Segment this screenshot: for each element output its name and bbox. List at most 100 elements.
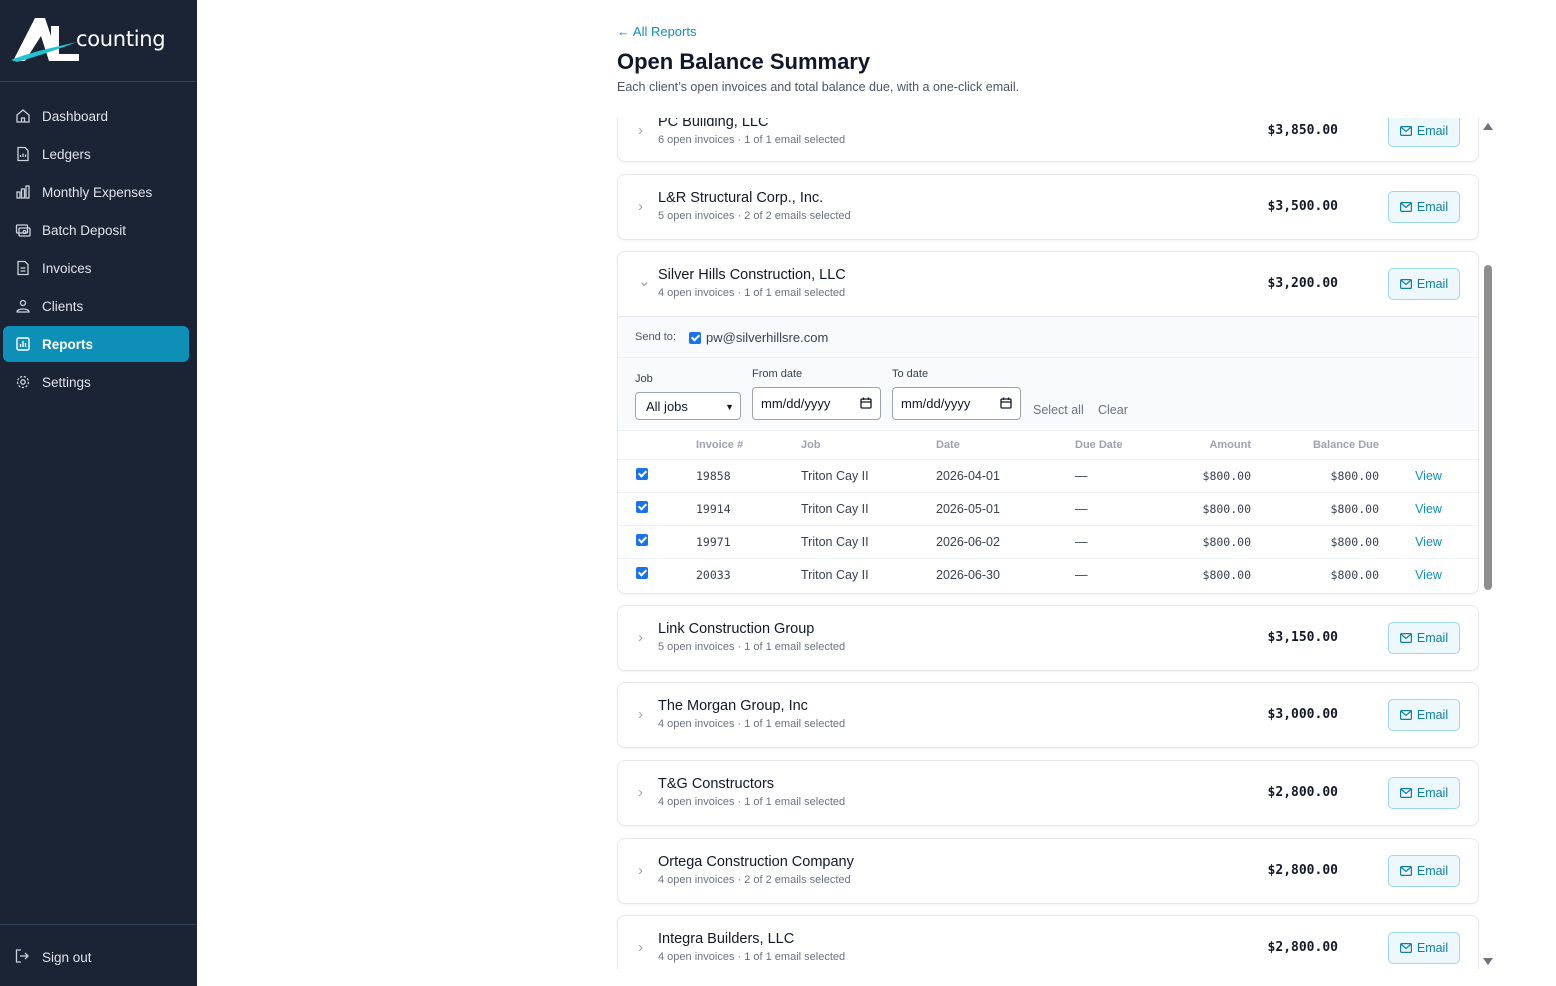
- mail-icon: [1399, 633, 1412, 643]
- column-header: Due Date: [1075, 431, 1155, 459]
- invoice-checkbox[interactable]: [636, 534, 648, 546]
- job-select[interactable]: All jobs ▼: [635, 392, 741, 420]
- chevron-right-icon: ›: [638, 706, 643, 723]
- client-card-header[interactable]: › The Morgan Group, Inc 4 open invoices …: [618, 683, 1478, 747]
- bar-chart-icon: [14, 183, 32, 201]
- email-button[interactable]: Email: [1388, 191, 1460, 223]
- sidebar-item-monthly-expenses[interactable]: Monthly Expenses: [3, 174, 189, 210]
- client-detail-panel: Send to: pw@silverhillsre.com Job All jo…: [618, 316, 1478, 591]
- email-button[interactable]: Email: [1388, 777, 1460, 809]
- invoice-checkbox[interactable]: [636, 567, 648, 580]
- calendar-icon[interactable]: [1000, 397, 1012, 412]
- client-meta: 6 open invoices · 1 of 1 email selected: [658, 134, 846, 146]
- clear-button[interactable]: Clear: [1098, 403, 1128, 417]
- view-invoice-link[interactable]: View: [1379, 557, 1478, 591]
- client-balance: $3,850.00: [1267, 123, 1338, 138]
- chevron-right-icon: ›: [638, 862, 643, 879]
- view-invoice-link[interactable]: View: [1379, 458, 1478, 492]
- invoice-balance: $800.00: [1251, 524, 1379, 558]
- to-date-input[interactable]: mm/dd/yyyy: [892, 387, 1021, 420]
- recipient-checkbox[interactable]: [689, 332, 701, 344]
- brand: counting: [0, 0, 197, 82]
- client-balance: $3,500.00: [1267, 199, 1338, 214]
- sidebar-item-settings[interactable]: Settings: [3, 364, 189, 400]
- invoice-checkbox[interactable]: [636, 468, 648, 480]
- client-list[interactable]: › PC Building, LLC 6 open invoices · 1 o…: [610, 118, 1482, 969]
- client-card[interactable]: › Ortega Construction Company 4 open inv…: [617, 838, 1479, 904]
- view-invoice-link[interactable]: View: [1379, 491, 1478, 525]
- email-button[interactable]: Email: [1388, 699, 1460, 731]
- sidebar-item-ledgers[interactable]: Ledgers: [3, 136, 189, 172]
- client-card-header[interactable]: › Ortega Construction Company 4 open inv…: [618, 839, 1478, 903]
- client-meta: 4 open invoices · 1 of 1 email selected: [658, 287, 846, 299]
- invoice-checkbox[interactable]: [636, 501, 648, 513]
- email-button[interactable]: Email: [1388, 855, 1460, 887]
- invoice-balance: $800.00: [1251, 557, 1379, 591]
- sidebar-item-reports[interactable]: Reports: [3, 326, 189, 362]
- client-card-expanded[interactable]: ⌄ Silver Hills Construction, LLC 4 open …: [617, 251, 1479, 594]
- client-meta: 4 open invoices · 1 of 1 email selected: [658, 951, 846, 963]
- client-card-header[interactable]: › PC Building, LLC 6 open invoices · 1 o…: [618, 118, 1478, 163]
- email-button[interactable]: Email: [1388, 932, 1460, 964]
- invoice-job: Triton Cay II: [801, 491, 936, 525]
- email-button-label: Email: [1416, 277, 1449, 291]
- report-icon: [14, 335, 32, 353]
- home-icon: [14, 107, 32, 125]
- email-button[interactable]: Email: [1388, 118, 1460, 147]
- chevron-right-icon: ›: [638, 629, 643, 646]
- deposit-icon: [14, 221, 32, 239]
- scrollbar-thumb[interactable]: [1484, 265, 1492, 590]
- sidebar-item-clients[interactable]: Clients: [3, 288, 189, 324]
- scroll-up-arrow-icon[interactable]: [1483, 123, 1493, 130]
- invoice-date: 2026-06-30: [936, 557, 1075, 591]
- invoice-balance: $800.00: [1251, 491, 1379, 525]
- client-card[interactable]: › Link Construction Group 5 open invoice…: [617, 605, 1479, 671]
- client-card-header[interactable]: ⌄ Silver Hills Construction, LLC 4 open …: [618, 252, 1478, 316]
- invoice-due-date: —: [1075, 491, 1155, 525]
- sidebar-item-invoices[interactable]: Invoices: [3, 250, 189, 286]
- calendar-icon[interactable]: [860, 397, 872, 412]
- sidebar-item-label: Monthly Expenses: [42, 184, 153, 200]
- invoice-job: Triton Cay II: [801, 458, 936, 492]
- client-card[interactable]: › PC Building, LLC 6 open invoices · 1 o…: [617, 118, 1479, 162]
- sidebar-footer: Sign out: [0, 924, 197, 986]
- table-row: 19971 Triton Cay II 2026-06-02 — $800.00…: [618, 524, 1478, 558]
- client-card-header[interactable]: › T&G Constructors 4 open invoices · 1 o…: [618, 761, 1478, 825]
- table-row: 20033 Triton Cay II 2026-06-30 — $800.00…: [618, 557, 1478, 591]
- client-card-header[interactable]: › Link Construction Group 5 open invoice…: [618, 606, 1478, 670]
- to-date-label: To date: [892, 368, 929, 380]
- client-card[interactable]: › The Morgan Group, Inc 4 open invoices …: [617, 682, 1479, 748]
- client-card-header[interactable]: › Integra Builders, LLC 4 open invoices …: [618, 916, 1478, 969]
- chevron-right-icon: ›: [638, 198, 643, 215]
- sidebar-item-dashboard[interactable]: Dashboard: [3, 98, 189, 134]
- chevron-down-icon: ▼: [725, 402, 734, 412]
- client-card[interactable]: › L&R Structural Corp., Inc. 5 open invo…: [617, 174, 1479, 240]
- email-button-label: Email: [1416, 786, 1449, 800]
- client-name: Ortega Construction Company: [658, 854, 854, 870]
- ledger-icon: [14, 145, 32, 163]
- client-card[interactable]: › T&G Constructors 4 open invoices · 1 o…: [617, 760, 1479, 826]
- sign-out-button[interactable]: Sign out: [14, 948, 92, 966]
- email-button-label: Email: [1416, 631, 1449, 645]
- client-meta: 4 open invoices · 1 of 1 email selected: [658, 796, 846, 808]
- all-reports-link[interactable]: ← All Reports: [617, 24, 696, 39]
- invoice-job: Triton Cay II: [801, 557, 936, 591]
- email-button[interactable]: Email: [1388, 622, 1460, 654]
- invoice-amount: $800.00: [1155, 458, 1251, 492]
- email-button[interactable]: Email: [1388, 268, 1460, 300]
- email-button-label: Email: [1416, 708, 1449, 722]
- client-balance: $3,150.00: [1267, 630, 1338, 645]
- chevron-right-icon: ›: [638, 122, 643, 139]
- client-card-header[interactable]: › L&R Structural Corp., Inc. 5 open invo…: [618, 175, 1478, 239]
- sidebar-item-batch-deposit[interactable]: Batch Deposit: [3, 212, 189, 248]
- from-date-input[interactable]: mm/dd/yyyy: [752, 387, 881, 420]
- client-name: The Morgan Group, Inc: [658, 698, 808, 714]
- column-header: Date: [936, 431, 1075, 459]
- scroll-down-arrow-icon[interactable]: [1483, 958, 1493, 965]
- view-invoice-link[interactable]: View: [1379, 524, 1478, 558]
- select-all-button[interactable]: Select all: [1033, 403, 1084, 417]
- email-button-label: Email: [1416, 200, 1449, 214]
- client-card[interactable]: › Integra Builders, LLC 4 open invoices …: [617, 915, 1479, 969]
- sidebar-item-label: Invoices: [42, 260, 92, 276]
- client-name: Link Construction Group: [658, 621, 815, 637]
